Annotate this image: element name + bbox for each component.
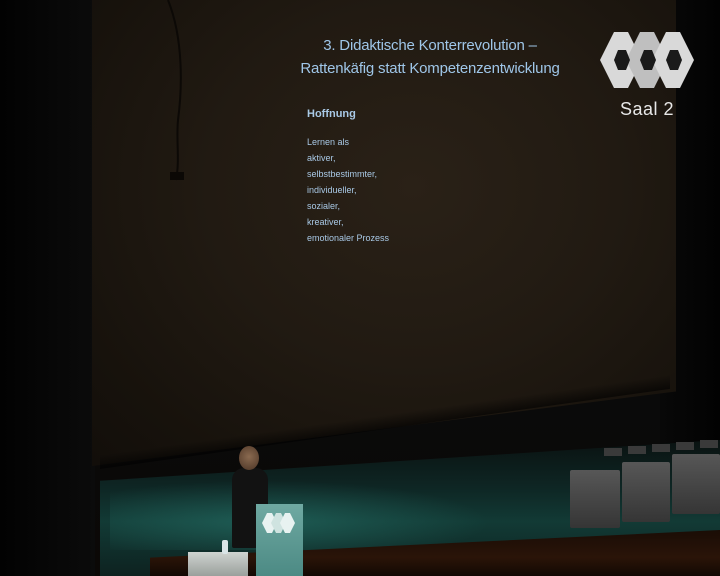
- slide-title-line-2: Rattenkäfig statt Kompetenzentwicklung: [300, 60, 560, 77]
- lectern-logo-icon: [262, 513, 295, 533]
- slide-title-line-1: 3. Didaktische Konterrevolution –: [323, 37, 537, 54]
- left-curtain: [0, 0, 95, 576]
- side-table: [188, 552, 248, 576]
- list-item: individueller,: [307, 185, 357, 195]
- slide-heading: Hoffnung: [307, 108, 356, 120]
- list-item: emotionaler Prozess: [307, 233, 390, 243]
- hanging-cable: [167, 0, 184, 181]
- panel-table: [622, 462, 670, 522]
- stage-scene: 3. Didaktische Konterrevolution – Ratten…: [0, 0, 720, 576]
- speaker-head: [239, 446, 259, 470]
- water-bottle: [222, 540, 228, 554]
- panel-tables: [570, 448, 720, 528]
- panel-table: [672, 454, 720, 514]
- panel-table: [570, 470, 620, 528]
- list-item: kreativer,: [307, 217, 344, 227]
- list-item: sozialer,: [307, 201, 341, 211]
- list-item: aktiver,: [307, 153, 336, 163]
- slide-bullet-list: Lernen als aktiver, selbstbestimmter, in…: [307, 134, 389, 246]
- list-item: selbstbestimmter,: [307, 169, 378, 179]
- conference-logo-icon: [600, 32, 694, 88]
- room-label: Saal 2: [620, 99, 675, 119]
- list-item: Lernen als: [307, 137, 350, 147]
- slide-title: 3. Didaktische Konterrevolution – Ratten…: [300, 34, 560, 80]
